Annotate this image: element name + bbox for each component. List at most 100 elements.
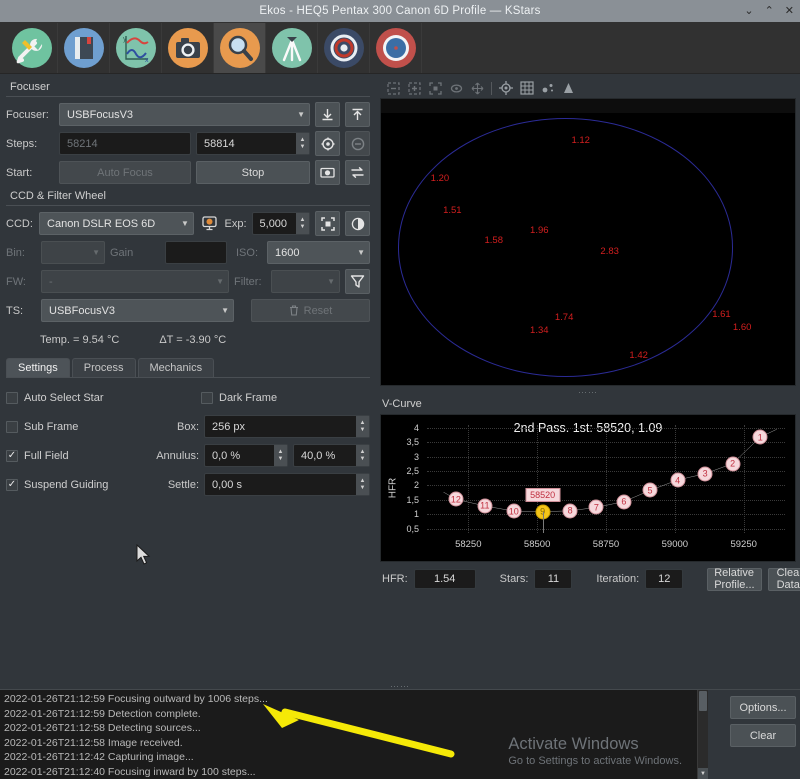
loop-button[interactable]	[345, 160, 370, 185]
box-size-spinner[interactable]: ▲ ▼	[356, 416, 369, 437]
settings-tabs: Settings Process Mechanics	[6, 357, 370, 378]
log-line: 2022-01-26T21:12:59 Focusing outward by …	[4, 693, 268, 705]
gain-label: Gain	[110, 246, 134, 259]
tab-process[interactable]: Process	[71, 358, 136, 377]
close-icon[interactable]: ✕	[785, 5, 794, 17]
maximize-icon[interactable]: ⌃	[765, 5, 774, 17]
chart-point[interactable]: 11	[477, 498, 493, 514]
auto-select-star-checkbox[interactable]: Auto Select Star	[6, 391, 196, 404]
reset-button[interactable]: Reset	[251, 299, 370, 322]
vcurve-chart[interactable]: 2nd Pass. 1st: 58520, 1.09 HFR 0,5 1 1,5 2 2…	[380, 414, 796, 562]
focus-preview[interactable]: 1.12 1.20 1.51 1.58 1.96 2.83 1.74 1.34 …	[380, 98, 796, 386]
fw-select[interactable]: - ▼	[41, 270, 229, 293]
mount-tab[interactable]	[370, 22, 422, 73]
steps-target-spinbox[interactable]: 58814 ▲ ▼	[196, 132, 310, 155]
exposure-spinbox[interactable]: 5,000 ▲ ▼	[251, 212, 310, 235]
guide-tab[interactable]	[318, 22, 370, 73]
iso-select[interactable]: 1600 ▼	[267, 241, 370, 264]
gain-input[interactable]	[165, 241, 227, 264]
setup-tab[interactable]	[6, 22, 58, 73]
focuser-device-select[interactable]: USBFocusV3 ▼	[59, 103, 310, 126]
minimize-icon[interactable]: ⌄	[744, 5, 753, 17]
tab-settings[interactable]: Settings	[6, 358, 70, 377]
pan-icon[interactable]	[468, 80, 487, 97]
settle-spinbox[interactable]: 0,00 s ▲ ▼	[204, 473, 370, 496]
suspend-guiding-checkbox[interactable]: ✓ Suspend Guiding	[6, 478, 146, 491]
tab-mechanics[interactable]: Mechanics	[137, 358, 215, 377]
filter-funnel-icon	[350, 275, 365, 288]
chart-point[interactable]: 3	[697, 466, 713, 482]
filter-settings-button[interactable]	[345, 269, 370, 294]
annulus-max-spinner[interactable]: ▲ ▼	[356, 445, 369, 466]
chart-point[interactable]: 8	[562, 503, 578, 519]
exposure-spinner[interactable]: ▲ ▼	[296, 213, 309, 234]
full-field-checkbox[interactable]: ✓ Full Field	[6, 449, 146, 462]
capture-frame-button[interactable]	[315, 160, 340, 185]
focus-in-button[interactable]	[315, 102, 340, 127]
annulus-max-spinbox[interactable]: 40,0 % ▲ ▼	[293, 444, 370, 467]
options-button[interactable]: Options...	[730, 696, 796, 719]
stop-button[interactable]: Stop	[196, 161, 310, 184]
dark-frame-checkbox[interactable]: Dark Frame	[201, 391, 277, 404]
focus-out-button[interactable]	[345, 102, 370, 127]
capture-tab[interactable]	[162, 22, 214, 73]
annulus-min-spinbox[interactable]: 0,0 % ▲ ▼	[204, 444, 288, 467]
focus-tab[interactable]	[214, 22, 266, 73]
ts-row: TS: USBFocusV3 ▼ Reset	[6, 299, 370, 322]
sub-frame-checkbox[interactable]: Sub Frame	[6, 420, 146, 433]
chart-point[interactable]: 2	[725, 456, 741, 472]
crosshair-icon[interactable]	[496, 80, 515, 97]
histogram-icon[interactable]	[559, 80, 578, 97]
scrollbar-thumb[interactable]	[699, 691, 707, 711]
zoom-in-icon[interactable]	[405, 80, 424, 97]
chart-point[interactable]: 6	[616, 494, 632, 510]
vcurve-status-row: HFR: 1.54 Stars: 11 Iteration: 12 Relati…	[380, 566, 800, 592]
chevron-down-icon: ▼	[297, 110, 305, 119]
chart-point[interactable]: 7	[588, 499, 604, 515]
log-list[interactable]: 2022-01-26T21:12:59 Focusing outward by …	[0, 690, 697, 779]
hfr-marker: 1.96	[530, 224, 549, 236]
chevron-down-icon: ▼	[216, 277, 224, 286]
bin-row: Bin: ▼ Gain ISO: 1600 ▼	[6, 241, 370, 264]
log-scrollbar[interactable]: ▼	[697, 690, 708, 779]
annulus-min-spinner[interactable]: ▲ ▼	[274, 445, 287, 466]
analyze-tab[interactable]: x y	[110, 22, 162, 73]
chart-point[interactable]: 5	[642, 482, 658, 498]
tripod-icon	[271, 27, 312, 68]
relative-profile-button[interactable]: Relative Profile...	[707, 567, 762, 591]
preview-button[interactable]	[345, 211, 370, 236]
zoom-default-icon[interactable]	[447, 80, 466, 97]
chart-point[interactable]: 10	[506, 503, 522, 519]
align-tab[interactable]	[266, 22, 318, 73]
clear-data-button[interactable]: Clear Data	[767, 567, 800, 591]
chart-point[interactable]: 4	[670, 472, 686, 488]
box-size-spinbox[interactable]: 256 px ▲ ▼	[204, 415, 370, 438]
chart-point[interactable]: 1	[752, 429, 768, 445]
ts-select[interactable]: USBFocusV3 ▼	[41, 299, 234, 322]
steps-spinner[interactable]: ▲ ▼	[296, 133, 309, 154]
annulus-min-value: 0,0 %	[212, 449, 241, 462]
svg-text:x: x	[145, 57, 149, 64]
scrollbar-down-arrow-icon[interactable]: ▼	[698, 768, 708, 779]
stars-icon[interactable]	[538, 80, 557, 97]
zoom-fit-icon[interactable]	[426, 80, 445, 97]
notebook-icon	[63, 27, 104, 68]
splitter-handle[interactable]: ⋯⋯	[380, 386, 796, 398]
steps-current-input[interactable]: 58214	[59, 132, 191, 155]
filter-select[interactable]: ▼	[271, 270, 340, 293]
chart-ytick: 3,5	[406, 437, 419, 448]
ccd-settings-button[interactable]	[199, 215, 220, 232]
ccd-select[interactable]: Canon DSLR EOS 6D ▼	[39, 212, 194, 235]
frame-button[interactable]	[315, 211, 340, 236]
goto-steps-button[interactable]	[315, 131, 340, 156]
stop-motion-button[interactable]	[345, 131, 370, 156]
auto-focus-button[interactable]: Auto Focus	[59, 161, 191, 184]
scheduler-tab[interactable]	[58, 22, 110, 73]
zoom-out-icon[interactable]	[384, 80, 403, 97]
settle-value: 0,00 s	[212, 478, 242, 491]
grid-icon[interactable]	[517, 80, 536, 97]
settle-spinner[interactable]: ▲ ▼	[356, 474, 369, 495]
clear-log-button[interactable]: Clear	[730, 724, 796, 747]
chart-point[interactable]: 12	[448, 491, 464, 507]
bin-select[interactable]: ▼	[41, 241, 105, 264]
